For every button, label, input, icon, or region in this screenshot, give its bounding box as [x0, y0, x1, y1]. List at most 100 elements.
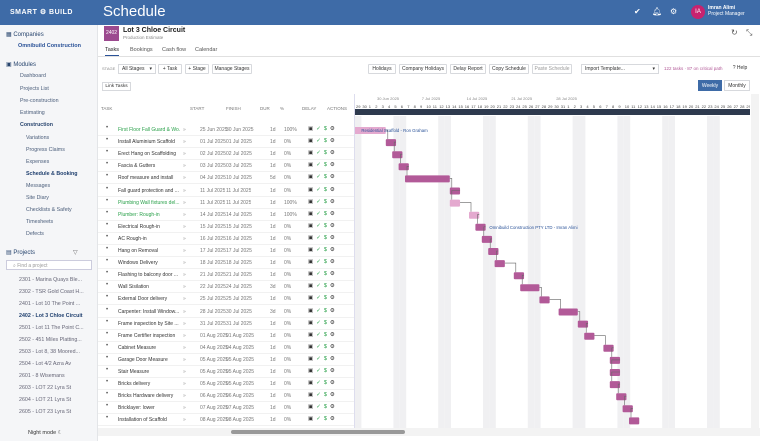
calendar-icon[interactable]: ▣ — [308, 380, 313, 386]
copy-schedule-button[interactable]: Copy Schedule — [489, 64, 529, 74]
calendar-icon[interactable]: ▣ — [308, 283, 313, 289]
task-name[interactable]: Fall guard protection and ... — [118, 188, 180, 194]
dollar-icon[interactable]: $ — [324, 174, 327, 180]
table-row[interactable]: • Flashing to balcony door ...» 21 Jul 202… — [98, 269, 354, 282]
calendar-icon[interactable]: ▣ — [308, 162, 313, 168]
task-percent[interactable]: 0% — [284, 405, 291, 411]
task-finish[interactable]: 08 Aug 2025 — [226, 417, 254, 423]
task-name[interactable]: Garage Door Measure — [118, 357, 180, 363]
task-name[interactable]: Carpenter: Install Window... — [118, 309, 180, 315]
check-icon[interactable]: ✓ — [316, 416, 321, 422]
stage-select[interactable]: All Stages ▾ — [118, 64, 156, 74]
task-finish[interactable]: 16 Jul 2025 — [226, 236, 252, 242]
gantt-bar[interactable] — [449, 199, 461, 207]
task-start[interactable]: 25 Jul 2025 — [200, 296, 226, 302]
sidebar-item-expenses[interactable]: Expenses — [26, 159, 49, 165]
task-percent[interactable]: 0% — [284, 357, 291, 363]
filter-icon[interactable]: ▽ — [73, 250, 78, 256]
table-row[interactable]: • AC Rough-in» 16 Jul 2025 16 Jul 2025 1d 0% ▣… — [98, 233, 354, 245]
task-duration[interactable]: 1d — [270, 405, 276, 411]
dollar-icon[interactable]: $ — [324, 259, 327, 265]
table-row[interactable]: • Windows Delivery» 18 Jul 2025 18 Jul 2025… — [98, 257, 354, 270]
calendar-icon[interactable]: ▣ — [308, 259, 313, 265]
table-row[interactable]: • Erect Hang on Scaffolding» 02 Jul 2025 02… — [98, 148, 354, 161]
expand-arrow-icon[interactable]: » — [183, 151, 186, 157]
sidebar-item-defects[interactable]: Defects — [26, 231, 44, 237]
task-finish[interactable]: 03 Jul 2025 — [226, 163, 252, 169]
task-finish[interactable]: 30 Jul 2025 — [226, 309, 252, 315]
expand-arrow-icon[interactable]: » — [183, 296, 186, 302]
task-start[interactable]: 31 Jul 2025 — [200, 321, 226, 327]
drag-handle-icon[interactable]: • — [106, 198, 108, 204]
drag-handle-icon[interactable]: • — [106, 125, 108, 131]
table-row[interactable]: • Hang on Removal» 17 Jul 2025 17 Jul 2025 1… — [98, 245, 354, 257]
projects-header[interactable]: ▤ Projects ▽ — [6, 249, 78, 256]
calendar-icon[interactable]: ▣ — [308, 295, 313, 301]
settings-icon[interactable]: ⚙ — [330, 211, 335, 217]
calendar-icon[interactable]: ▣ — [308, 199, 313, 205]
project-item[interactable]: 2302 - TSR Gold Coast H... — [19, 289, 84, 295]
task-finish[interactable]: 05 Aug 2025 — [226, 357, 254, 363]
sidebar-item-dashboard[interactable]: Dashboard — [20, 73, 46, 79]
task-name[interactable]: Bricklayer: lower — [118, 405, 180, 411]
gantt-bar[interactable] — [392, 151, 403, 159]
expand-arrow-icon[interactable]: » — [183, 139, 186, 145]
col-dur[interactable]: DUR — [260, 106, 270, 111]
check-icon[interactable]: ✓ — [316, 235, 321, 241]
task-percent[interactable]: 0% — [284, 393, 291, 399]
expand-arrow-icon[interactable]: » — [183, 345, 186, 351]
expand-arrow-icon[interactable]: » — [183, 357, 186, 363]
task-duration[interactable]: 1d — [270, 151, 276, 157]
sidebar-item-checklists-safety[interactable]: Checklists & Safety — [26, 207, 72, 213]
task-duration[interactable]: 1d — [270, 260, 276, 266]
task-duration[interactable]: 1d — [270, 321, 276, 327]
manage-stages-button[interactable]: Manage Stages — [212, 64, 252, 74]
dollar-icon[interactable]: $ — [324, 223, 327, 229]
drag-handle-icon[interactable]: • — [106, 331, 108, 337]
dollar-icon[interactable]: $ — [324, 150, 327, 156]
add-task-button[interactable]: + Task — [158, 64, 182, 74]
tab-cash-flow[interactable]: Cash flow — [162, 47, 186, 53]
task-percent[interactable]: 0% — [284, 296, 291, 302]
dollar-icon[interactable]: $ — [324, 368, 327, 374]
task-name[interactable]: Electrical Rough-in — [118, 224, 180, 230]
project-item[interactable]: 2301 - Marina Quays Ble... — [19, 277, 82, 283]
dollar-icon[interactable]: $ — [324, 235, 327, 241]
task-start[interactable]: 22 Jul 2025 — [200, 284, 226, 290]
task-duration[interactable]: 1d — [270, 224, 276, 230]
settings-icon[interactable]: ⚙ — [330, 416, 335, 422]
task-start[interactable]: 15 Jul 2025 — [200, 224, 226, 230]
drag-handle-icon[interactable]: • — [106, 415, 108, 421]
expand-arrow-icon[interactable]: » — [183, 369, 186, 375]
drag-handle-icon[interactable]: • — [106, 210, 108, 216]
task-duration[interactable]: 1d — [270, 345, 276, 351]
calendar-icon[interactable]: ▣ — [308, 138, 313, 144]
task-start[interactable]: 11 Jul 2025 — [200, 200, 225, 206]
task-duration[interactable]: 1d — [270, 212, 276, 218]
drag-handle-icon[interactable]: • — [106, 270, 108, 276]
dollar-icon[interactable]: $ — [324, 199, 327, 205]
check-icon[interactable]: ✓ — [316, 259, 321, 265]
task-finish[interactable]: 21 Jul 2025 — [226, 272, 252, 278]
task-finish[interactable]: 06 Aug 2025 — [226, 393, 254, 399]
calendar-icon[interactable]: ▣ — [308, 392, 313, 398]
expand-arrow-icon[interactable]: » — [183, 127, 186, 133]
col-pct[interactable]: % — [280, 106, 284, 111]
drag-handle-icon[interactable]: • — [106, 173, 108, 179]
bell-icon[interactable]: 🔔︎ — [652, 7, 662, 16]
settings-icon[interactable]: ⚙ — [330, 162, 335, 168]
settings-icon[interactable]: ⚙ — [330, 138, 335, 144]
task-name[interactable]: Wall Sisilation — [118, 284, 180, 290]
settings-icon[interactable]: ⚙ — [330, 380, 335, 386]
gantt-bar[interactable] — [616, 393, 627, 401]
check-icon[interactable]: ✓ — [316, 174, 321, 180]
check-icon[interactable]: ✓ — [316, 187, 321, 193]
task-start[interactable]: 07 Aug 2025 — [200, 405, 228, 411]
gantt-bar[interactable] — [469, 211, 480, 219]
expand-arrow-icon[interactable]: » — [183, 405, 186, 411]
task-percent[interactable]: 0% — [284, 139, 291, 145]
check-icon[interactable]: ✓ — [316, 199, 321, 205]
gantt-bar[interactable] — [520, 284, 540, 292]
check-icon[interactable]: ✓ — [316, 320, 321, 326]
dollar-icon[interactable]: $ — [324, 247, 327, 253]
